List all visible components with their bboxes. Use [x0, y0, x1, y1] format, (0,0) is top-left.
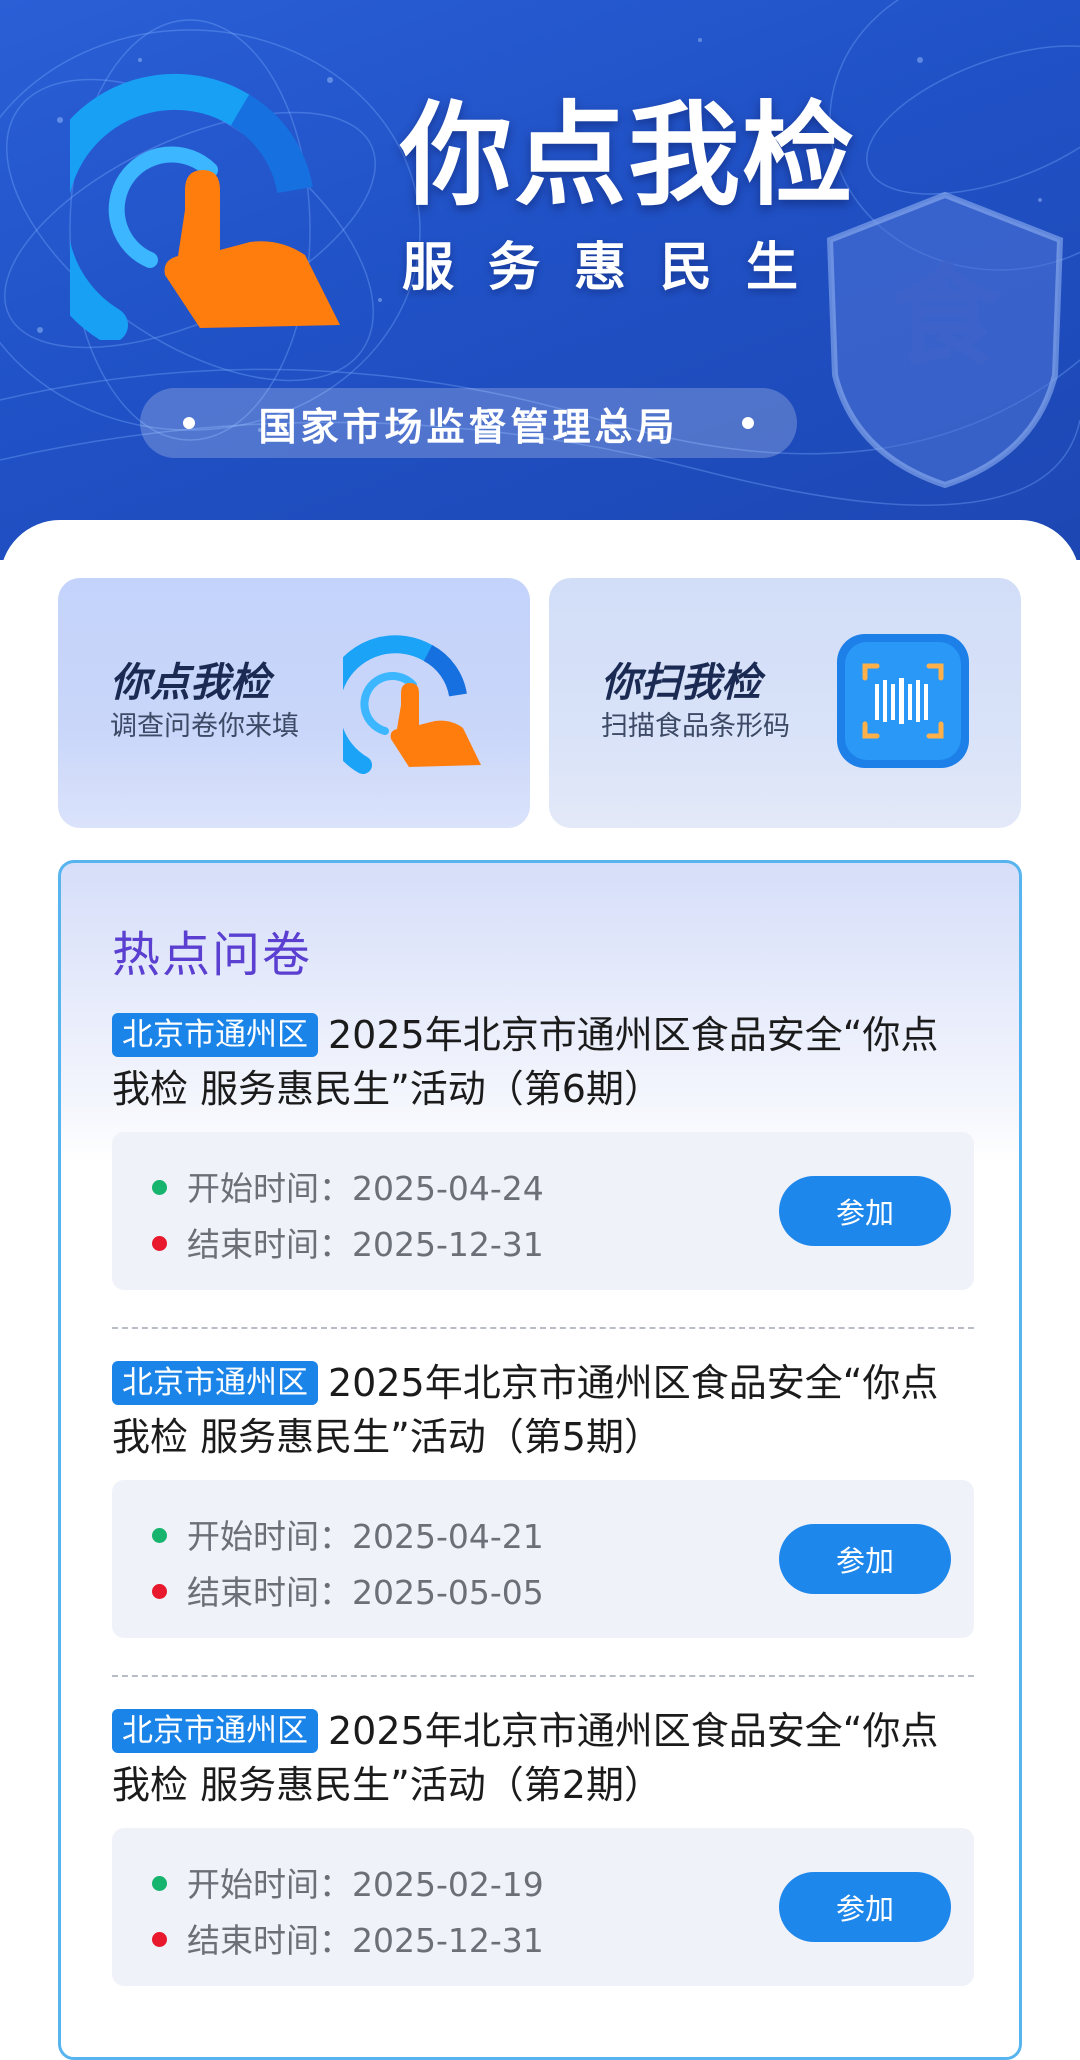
agency-pill: 国家市场监督管理总局	[140, 388, 797, 458]
hero-title: 你点我检	[400, 91, 856, 221]
end-date: 2025-05-05	[352, 1573, 544, 1612]
entry-card-subtitle: 扫描食品条形码	[601, 711, 790, 742]
survey-info-box: 开始时间：2025-04-21 结束时间：2025-05-05 参加	[112, 1480, 974, 1638]
survey-divider	[112, 1327, 974, 1329]
survey-divider	[112, 1675, 974, 1677]
end-time-row: 结束时间：2025-12-31	[152, 1914, 544, 1962]
pill-dot-right	[742, 417, 754, 429]
end-time-row: 结束时间：2025-12-31	[152, 1218, 544, 1266]
hot-surveys-panel: 热点问卷 北京市通州区 2025年北京市通州区食品安全“你点我检 服务惠民生”活动…	[58, 860, 1022, 2060]
content-sheet: 你点我检 调查问卷你来填 你扫我检 扫描食品条形码 热点问卷 北京市通州区 20…	[0, 520, 1080, 2060]
survey-title: 北京市通州区 2025年北京市通州区食品安全“你点我检 服务惠民生”活动（第2期）	[112, 1704, 974, 1812]
start-dot	[152, 1876, 167, 1891]
start-date: 2025-02-19	[352, 1865, 544, 1904]
start-dot	[152, 1180, 167, 1195]
tap-hand-logo	[70, 73, 340, 340]
end-dot	[152, 1932, 167, 1947]
end-date: 2025-12-31	[352, 1921, 544, 1960]
join-button[interactable]: 参加	[779, 1524, 951, 1594]
join-button[interactable]: 参加	[779, 1176, 951, 1246]
survey-item[interactable]: 北京市通州区 2025年北京市通州区食品安全“你点我检 服务惠民生”活动（第5期）…	[112, 1356, 974, 1638]
survey-info-box: 开始时间：2025-02-19 结束时间：2025-12-31 参加	[112, 1828, 974, 1986]
start-time-row: 开始时间：2025-04-24	[152, 1162, 544, 1210]
survey-info-box: 开始时间：2025-04-24 结束时间：2025-12-31 参加	[112, 1132, 974, 1290]
survey-item[interactable]: 北京市通州区 2025年北京市通州区食品安全“你点我检 服务惠民生”活动（第2期）…	[112, 1704, 974, 1986]
entry-card-title: 你扫我检	[601, 660, 761, 706]
hero-subtitle: 服务惠民生	[402, 238, 833, 298]
pill-dot-left	[183, 417, 195, 429]
tap-hand-icon	[343, 635, 481, 774]
start-label: 开始时间：	[187, 1865, 352, 1904]
barcode-scan-icon	[837, 634, 969, 768]
start-time-row: 开始时间：2025-04-21	[152, 1510, 544, 1558]
end-label: 结束时间：	[187, 1921, 352, 1960]
hero-banner: 你点我检 服务惠民生 食 国家市场监督管理总局	[0, 0, 1080, 560]
entry-card-tap-check[interactable]: 你点我检 调查问卷你来填	[58, 578, 530, 828]
start-dot	[152, 1528, 167, 1543]
end-dot	[152, 1236, 167, 1251]
entry-card-title: 你点我检	[110, 660, 270, 706]
agency-name: 国家市场监督管理总局	[258, 404, 679, 449]
end-label: 结束时间：	[187, 1225, 352, 1264]
start-date: 2025-04-24	[352, 1169, 544, 1208]
food-shield-decoration: 食	[826, 191, 1064, 489]
start-date: 2025-04-21	[352, 1517, 544, 1556]
start-label: 开始时间：	[187, 1517, 352, 1556]
entry-card-subtitle: 调查问卷你来填	[110, 711, 299, 742]
end-dot	[152, 1584, 167, 1599]
survey-title: 北京市通州区 2025年北京市通州区食品安全“你点我检 服务惠民生”活动（第6期）	[112, 1008, 974, 1116]
survey-item[interactable]: 北京市通州区 2025年北京市通州区食品安全“你点我检 服务惠民生”活动（第6期）…	[112, 1008, 974, 1290]
start-label: 开始时间：	[187, 1169, 352, 1208]
survey-title: 北京市通州区 2025年北京市通州区食品安全“你点我检 服务惠民生”活动（第5期）	[112, 1356, 974, 1464]
shield-char: 食	[890, 253, 1001, 381]
end-date: 2025-12-31	[352, 1225, 544, 1264]
start-time-row: 开始时间：2025-02-19	[152, 1858, 544, 1906]
region-tag: 北京市通州区	[112, 1013, 318, 1057]
join-button[interactable]: 参加	[779, 1872, 951, 1942]
end-label: 结束时间：	[187, 1573, 352, 1612]
entry-card-scan-check[interactable]: 你扫我检 扫描食品条形码	[549, 578, 1021, 828]
end-time-row: 结束时间：2025-05-05	[152, 1566, 544, 1614]
panel-title: 热点问卷	[112, 927, 313, 983]
region-tag: 北京市通州区	[112, 1709, 318, 1753]
region-tag: 北京市通州区	[112, 1361, 318, 1405]
